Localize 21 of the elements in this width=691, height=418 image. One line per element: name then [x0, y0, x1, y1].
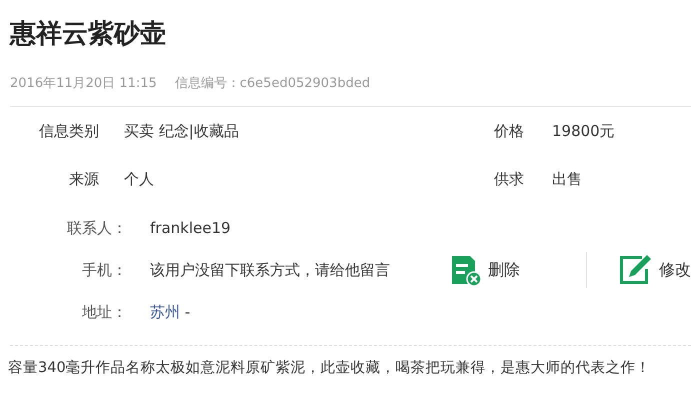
field-label: 供求 [494, 170, 525, 188]
delete-button[interactable]: 删除 [450, 254, 520, 286]
field-label: 价格 [494, 122, 525, 140]
field-value: 买卖 纪念|收藏品 [124, 122, 240, 140]
field-value: 19800元 [552, 122, 615, 140]
field-value: 个人 [124, 170, 155, 188]
info-id: 信息编号：c6e5ed052903bded [174, 75, 370, 92]
field-value: franklee19 [150, 219, 231, 237]
page-title: 惠祥云紫砂壶 [10, 18, 166, 51]
field-value: 该用户没留下联系方式，请给他留言 [150, 260, 391, 280]
edit-button[interactable]: 修改 [617, 253, 691, 287]
field-label: 联系人： [66, 218, 127, 238]
description-text: 容量340毫升作品名称太极如意泥料原矿紫泥，此壶收藏，喝茶把玩兼得，是惠大师的代表之作！ [8, 358, 652, 377]
field-value: 出售 [552, 170, 582, 188]
post-date: 2016年11月20日 11:15 [10, 75, 157, 92]
field-label: 来源 [68, 170, 99, 188]
address-suffix: - [184, 302, 190, 320]
city-link[interactable]: 苏州 [150, 302, 180, 320]
field-label: 地址： [81, 302, 127, 322]
field-label: 信息类别 [38, 122, 99, 140]
field-label: 手机： [81, 260, 127, 280]
